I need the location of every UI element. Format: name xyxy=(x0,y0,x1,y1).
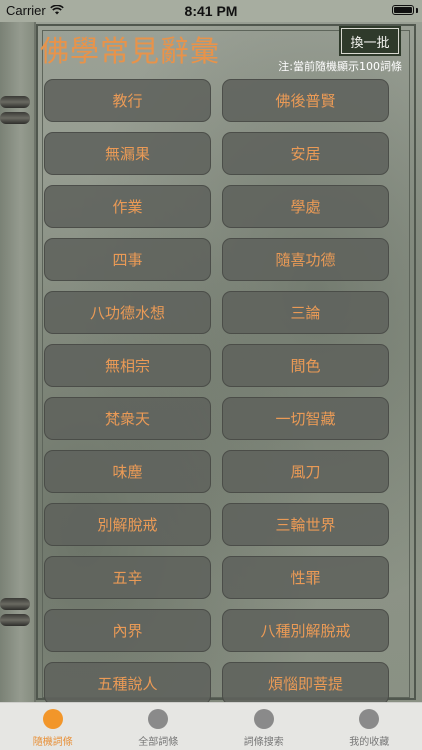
binding-ring-icon xyxy=(0,96,30,108)
tab-bar: 隨機詞條 全部詞條 詞條搜索 我的收藏 xyxy=(0,702,422,750)
term-button[interactable]: 間色 xyxy=(222,344,389,387)
term-button[interactable]: 八種別解脫戒 xyxy=(222,609,389,652)
tab-label: 我的收藏 xyxy=(349,737,390,748)
term-button[interactable]: 無相宗 xyxy=(44,344,211,387)
page-title: 佛學常見辭彙 xyxy=(40,34,221,68)
tab-label: 全部詞條 xyxy=(138,737,179,748)
term-button[interactable]: 八功德水想 xyxy=(44,291,211,334)
favorites-icon xyxy=(359,709,380,729)
term-button[interactable]: 性罪 xyxy=(222,556,389,599)
term-button[interactable]: 別解脫戒 xyxy=(44,503,211,546)
term-button[interactable]: 內界 xyxy=(44,609,211,652)
term-button[interactable]: 三論 xyxy=(222,291,389,334)
random-terms-icon xyxy=(42,709,63,729)
term-button[interactable]: 四事 xyxy=(44,238,211,281)
binding-ring-icon xyxy=(0,112,30,124)
term-button[interactable]: 五種說人 xyxy=(44,662,211,705)
refresh-batch-button[interactable]: 換一批 xyxy=(341,28,399,54)
binding-ring-icon xyxy=(0,598,30,610)
term-button[interactable]: 一切智藏 xyxy=(222,397,389,440)
term-button[interactable]: 梵衆天 xyxy=(44,397,211,440)
term-button[interactable]: 味塵 xyxy=(44,450,211,493)
term-button[interactable]: 安居 xyxy=(222,132,389,175)
binding-ring-icon xyxy=(0,614,30,626)
term-button[interactable]: 五辛 xyxy=(44,556,211,599)
tab-label: 詞條搜索 xyxy=(243,737,284,748)
term-button[interactable]: 無漏果 xyxy=(44,132,211,175)
term-button[interactable]: 佛後普賢 xyxy=(222,79,389,122)
term-button[interactable]: 教行 xyxy=(44,79,211,122)
search-icon xyxy=(253,709,274,729)
battery-tip xyxy=(416,8,418,13)
term-grid: 教行 佛後普賢 無漏果 安居 作業 學處 四事 隨喜功德 八功德水想 三論 無相… xyxy=(44,79,390,705)
tab-term-search[interactable]: 詞條搜索 xyxy=(211,703,317,750)
tab-all-terms[interactable]: 全部詞條 xyxy=(106,703,212,750)
term-button[interactable]: 隨喜功德 xyxy=(222,238,389,281)
term-button[interactable]: 三輪世界 xyxy=(222,503,389,546)
term-button[interactable]: 風刀 xyxy=(222,450,389,493)
status-time: 8:41 PM xyxy=(184,3,238,19)
tab-label: 隨機詞條 xyxy=(32,737,73,748)
term-button[interactable]: 煩惱即菩提 xyxy=(222,662,389,705)
status-bar: Carrier 8:41 PM xyxy=(0,0,422,22)
term-button[interactable]: 學處 xyxy=(222,185,389,228)
term-button[interactable]: 作業 xyxy=(44,185,211,228)
tab-random-terms[interactable]: 隨機詞條 xyxy=(0,703,106,750)
tab-favorites[interactable]: 我的收藏 xyxy=(317,703,422,750)
all-terms-icon xyxy=(148,709,169,729)
random-count-note: 注:當前隨機顯示100詞條 xyxy=(278,60,402,73)
battery-icon xyxy=(392,5,414,15)
